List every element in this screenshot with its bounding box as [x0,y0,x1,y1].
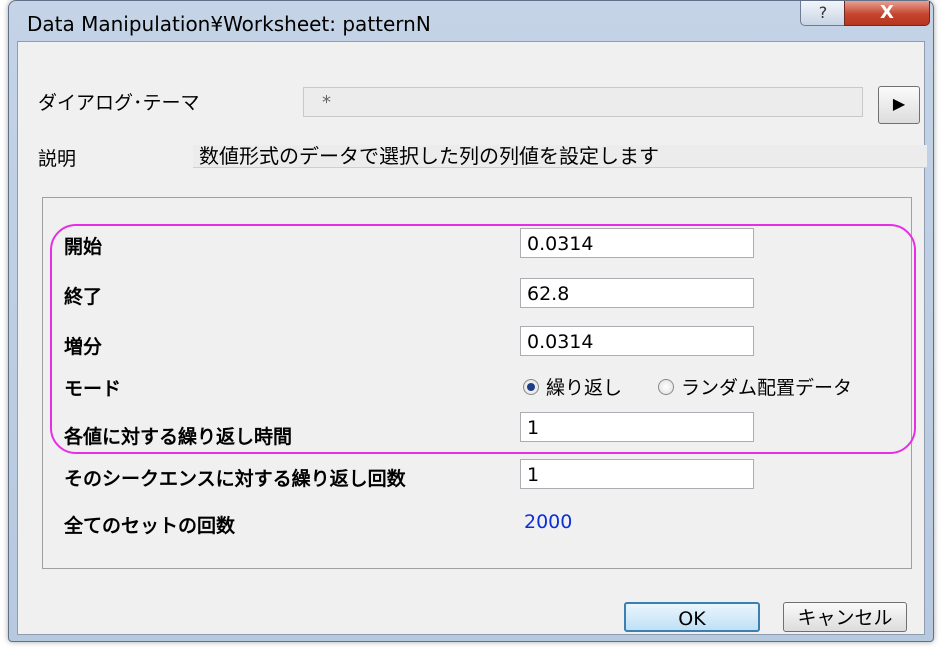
title-bar[interactable]: Data Manipulation¥Worksheet: patternN ? … [9,1,933,41]
highlight-annotation [50,224,916,454]
repeat-sequence-label: そのシークエンスに対する繰り返し回数 [64,468,406,490]
total-value: 2000 [524,511,573,533]
total-label: 全てのセットの回数 [64,515,236,537]
window-title: Data Manipulation¥Worksheet: patternN [27,12,431,36]
cancel-button[interactable]: キャンセル [783,602,907,632]
help-button[interactable]: ? [800,1,846,26]
repeat-sequence-input[interactable]: 1 [520,459,754,489]
theme-menu-button[interactable]: ▶ [878,86,920,124]
description-text: 数値形式のデータで選択した列の列値を設定します [193,145,927,168]
ok-button[interactable]: OK [624,602,760,632]
theme-label: ダイアログ･テーマ [38,92,200,114]
triangle-right-icon: ▶ [892,94,906,113]
dialog-body: ダイアログ･テーマ * ▶ 説明 数値形式のデータで選択した列の列値を設定します… [17,41,927,635]
close-button[interactable]: X [844,1,930,26]
description-label: 説明 [38,148,77,170]
theme-combobox[interactable]: * [303,87,863,117]
dialog-window: Data Manipulation¥Worksheet: patternN ? … [8,0,934,642]
